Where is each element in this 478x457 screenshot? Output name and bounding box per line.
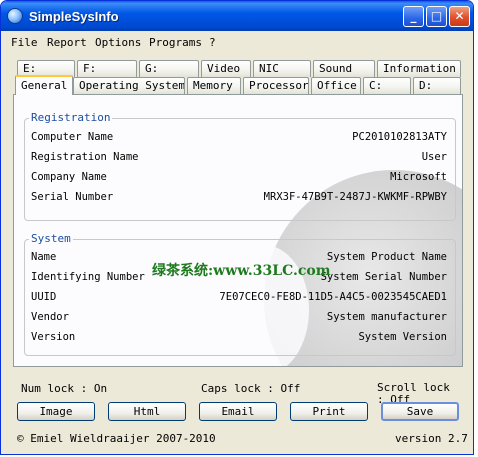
row-label: Vendor	[31, 311, 69, 323]
version-text: version 2.7	[395, 432, 468, 445]
app-window: SimpleSysInfo _ □ ✕ File Report Options …	[0, 0, 474, 455]
watermark-text: 绿茶系统:www.33LC.com	[152, 263, 331, 279]
close-button[interactable]: ✕	[449, 6, 470, 27]
menu-bar: File Report Options Programs ?	[1, 33, 473, 51]
row-label: Registration Name	[31, 151, 139, 163]
tab-drive-g[interactable]: G:	[139, 60, 199, 77]
registration-row: Computer Name PC2010102813ATY	[31, 131, 447, 147]
num-lock-status: Num lock : On	[21, 382, 108, 395]
print-button[interactable]: Print	[290, 402, 368, 421]
row-value: User	[421, 151, 447, 163]
minimize-button[interactable]: _	[403, 6, 424, 27]
row-value: System Product Name	[326, 251, 447, 263]
row-value: Microsoft	[390, 171, 447, 183]
tab-information[interactable]: Information	[377, 60, 461, 77]
email-button[interactable]: Email	[199, 402, 277, 421]
row-value: System Serial Number	[320, 271, 447, 283]
tab-office[interactable]: Office	[311, 77, 361, 94]
menu-help[interactable]: ?	[209, 36, 216, 49]
row-label: UUID	[31, 291, 57, 303]
tab-control: E: F: G: Video NIC Sound Information Gen…	[13, 57, 463, 367]
row-value: System Version	[358, 331, 447, 343]
tab-drive-f[interactable]: F:	[77, 60, 137, 77]
registration-group: Registration Computer Name PC2010102813A…	[24, 111, 456, 221]
row-label: Version	[31, 331, 76, 343]
tab-nic[interactable]: NIC	[253, 60, 311, 77]
image-button[interactable]: Image	[17, 402, 95, 421]
row-value: PC2010102813ATY	[352, 131, 447, 143]
tab-processor[interactable]: Processor	[243, 77, 309, 94]
row-label: Name	[31, 251, 57, 263]
menu-file[interactable]: File	[11, 36, 38, 49]
tab-video[interactable]: Video	[201, 60, 251, 77]
registration-row: Registration Name User	[31, 151, 447, 167]
registration-legend: Registration	[29, 111, 113, 124]
menu-options[interactable]: Options	[95, 36, 141, 49]
title-bar[interactable]: SimpleSysInfo _ □ ✕	[1, 1, 473, 31]
tab-drive-d[interactable]: D:	[413, 77, 461, 94]
html-button[interactable]: Html	[108, 402, 186, 421]
app-globe-icon	[7, 8, 23, 24]
row-label: Company Name	[31, 171, 107, 183]
system-legend: System	[29, 232, 73, 245]
system-row: Vendor System manufacturer	[31, 311, 447, 327]
tab-operating-system[interactable]: Operating System	[73, 77, 185, 94]
tab-memory[interactable]: Memory	[187, 77, 241, 94]
registration-row: Serial Number MRX3F-47B9T-2487J-KWKMF-RP…	[31, 191, 447, 207]
row-value: 7E07CEC0-FE8D-11D5-A4C5-0023545CAED1	[219, 291, 447, 303]
system-group: System Name System Product Name Identify…	[24, 232, 456, 356]
system-row: Version System Version	[31, 331, 447, 347]
registration-row: Company Name Microsoft	[31, 171, 447, 187]
menu-report[interactable]: Report	[47, 36, 87, 49]
menu-programs[interactable]: Programs	[149, 36, 202, 49]
row-label: Identifying Number	[31, 271, 145, 283]
row-value: System manufacturer	[326, 311, 447, 323]
row-label: Computer Name	[31, 131, 114, 143]
caps-lock-status: Caps lock : Off	[201, 382, 301, 395]
row-value: MRX3F-47B9T-2487J-KWKMF-RPWBY	[263, 191, 447, 203]
copyright-text: © Emiel Wieldraaijer 2007-2010	[17, 432, 216, 445]
save-button[interactable]: Save	[381, 402, 459, 421]
tab-general[interactable]: General	[15, 75, 73, 95]
tab-drive-c[interactable]: C:	[363, 77, 411, 94]
maximize-button[interactable]: □	[426, 6, 447, 27]
window-title: SimpleSysInfo	[29, 9, 119, 24]
system-row: UUID 7E07CEC0-FE8D-11D5-A4C5-0023545CAED…	[31, 291, 447, 307]
row-label: Serial Number	[31, 191, 114, 203]
tab-sound[interactable]: Sound	[313, 60, 375, 77]
general-tab-panel: Registration Computer Name PC2010102813A…	[13, 94, 463, 367]
